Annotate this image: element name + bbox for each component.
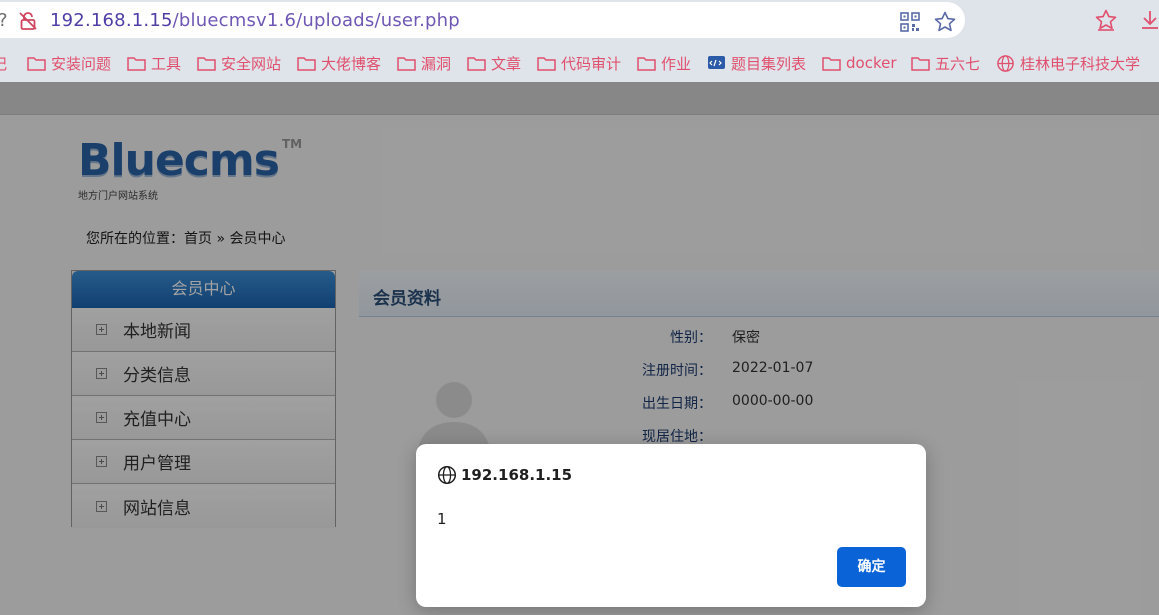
bookmark-item[interactable]: 大佬博客 <box>297 52 381 74</box>
bookmark-label: 安全网站 <box>221 54 282 73</box>
bookmark-item[interactable]: docker <box>822 52 897 74</box>
folder-icon <box>537 57 556 71</box>
bookmark-item[interactable]: 题目集列表 <box>707 52 806 74</box>
not-secure-icon[interactable] <box>18 11 38 31</box>
bookmark-label: 文章 <box>491 54 522 73</box>
url-left-glyph: ? <box>0 10 8 31</box>
bookmark-label: 桂林电子科技大学 <box>1020 54 1141 73</box>
alert-dialog: 192.168.1.15 1 确定 <box>416 444 926 607</box>
folder-icon <box>397 57 416 71</box>
url-text[interactable]: 192.168.1.15/bluecmsv1.6/uploads/user.ph… <box>50 10 460 31</box>
bookmark-label: docker <box>846 54 897 72</box>
folder-icon <box>297 57 316 71</box>
dialog-message: 1 <box>437 510 447 528</box>
dialog-origin: 192.168.1.15 <box>461 466 573 484</box>
bookmark-label: 记 <box>0 53 7 74</box>
bookmark-item[interactable]: 工具 <box>127 52 181 74</box>
favorites-icon[interactable] <box>1094 8 1118 32</box>
folder-icon <box>197 57 216 71</box>
bookmark-item[interactable]: 记 <box>0 52 7 74</box>
url-box[interactable]: ? 192.168.1.15/bluecmsv1.6/uploads/user.… <box>0 2 965 38</box>
bookmark-label: 大佬博客 <box>321 54 382 73</box>
bookmark-label: 代码审计 <box>561 54 622 73</box>
bookmark-item[interactable]: 安全网站 <box>197 52 281 74</box>
bookmark-item[interactable]: 漏洞 <box>397 52 451 74</box>
url-host: 192.168.1.15 <box>50 10 173 31</box>
bookmark-item[interactable]: 代码审计 <box>537 52 621 74</box>
folder-icon <box>27 57 46 71</box>
bookmark-label: 漏洞 <box>421 54 452 73</box>
bookmark-label: 工具 <box>151 54 182 73</box>
bookmark-item[interactable]: 安装问题 <box>27 52 111 74</box>
globe-icon <box>997 54 1014 72</box>
bookmark-label: 作业 <box>661 54 692 73</box>
site-icon <box>708 56 725 69</box>
bookmark-item[interactable]: 桂林电子科技大学 <box>996 52 1140 74</box>
folder-icon <box>637 57 656 71</box>
download-icon[interactable] <box>1138 8 1159 32</box>
bookmark-label: 五六七 <box>935 54 981 73</box>
ok-button[interactable]: 确定 <box>837 547 906 587</box>
folder-icon <box>467 57 486 71</box>
folder-icon <box>822 57 841 71</box>
bookmark-label: 题目集列表 <box>731 54 807 73</box>
bookmark-item[interactable]: 五六七 <box>911 52 980 74</box>
bookmark-star-icon[interactable] <box>933 10 957 34</box>
bookmark-label: 安装问题 <box>51 54 112 73</box>
globe-icon <box>437 465 457 485</box>
bookmarks-bar: 记 安装问题 工具 安全网站 大佬博客 漏洞 文章 代码审计 作业 题目集列表 … <box>0 42 1159 82</box>
address-bar: ? 192.168.1.15/bluecmsv1.6/uploads/user.… <box>0 0 1159 42</box>
qr-code-icon[interactable] <box>900 12 920 32</box>
folder-icon <box>911 57 930 71</box>
url-path: /bluecmsv1.6/uploads/user.php <box>172 10 460 31</box>
bookmark-item[interactable]: 作业 <box>637 52 691 74</box>
folder-icon <box>127 57 146 71</box>
bookmark-item[interactable]: 文章 <box>467 52 521 74</box>
